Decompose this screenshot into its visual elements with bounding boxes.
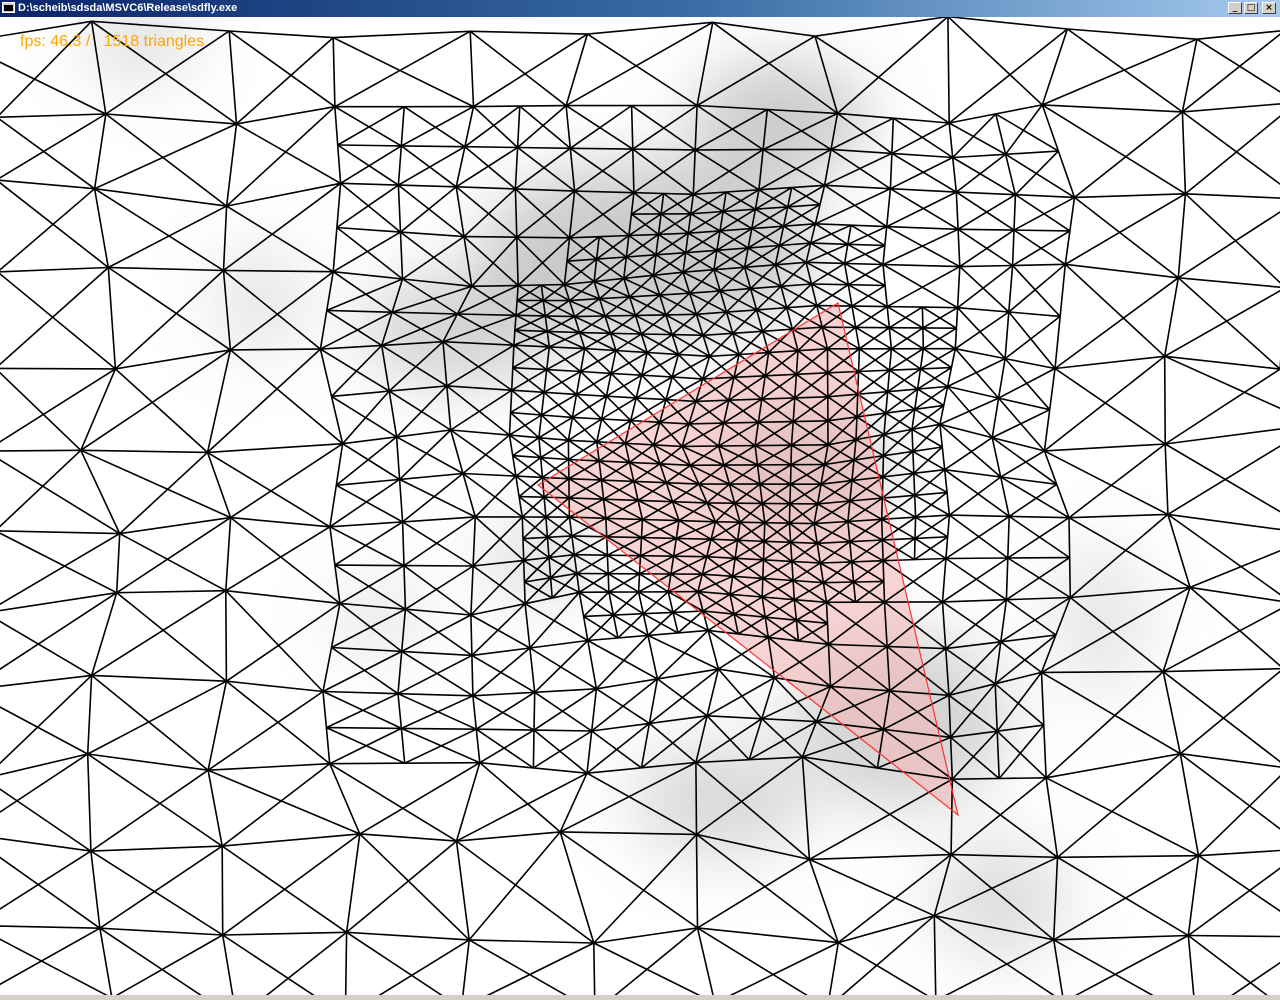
- window-bottom-border: [0, 995, 1280, 1000]
- console-app-icon[interactable]: [2, 2, 15, 13]
- close-button[interactable]: ×: [1262, 2, 1276, 14]
- maximize-button[interactable]: □: [1244, 2, 1258, 14]
- title-bar[interactable]: D:\scheib\sdsda\MSVC6\Release\sdfly.exe …: [0, 0, 1280, 17]
- fps-overlay: fps: 46.3 / 1518 triangles: [20, 33, 204, 51]
- minimize-button[interactable]: _: [1228, 2, 1242, 14]
- fps-label: fps:: [20, 33, 51, 50]
- triangle-label: triangles: [139, 33, 205, 50]
- terrain-mesh-render: [0, 17, 1280, 1000]
- hud-separator: /: [81, 33, 104, 50]
- window-title: D:\scheib\sdsda\MSVC6\Release\sdfly.exe: [18, 2, 238, 14]
- fps-value: 46.3: [50, 33, 82, 50]
- render-viewport[interactable]: [0, 17, 1280, 1000]
- triangle-count: 1518: [103, 33, 140, 50]
